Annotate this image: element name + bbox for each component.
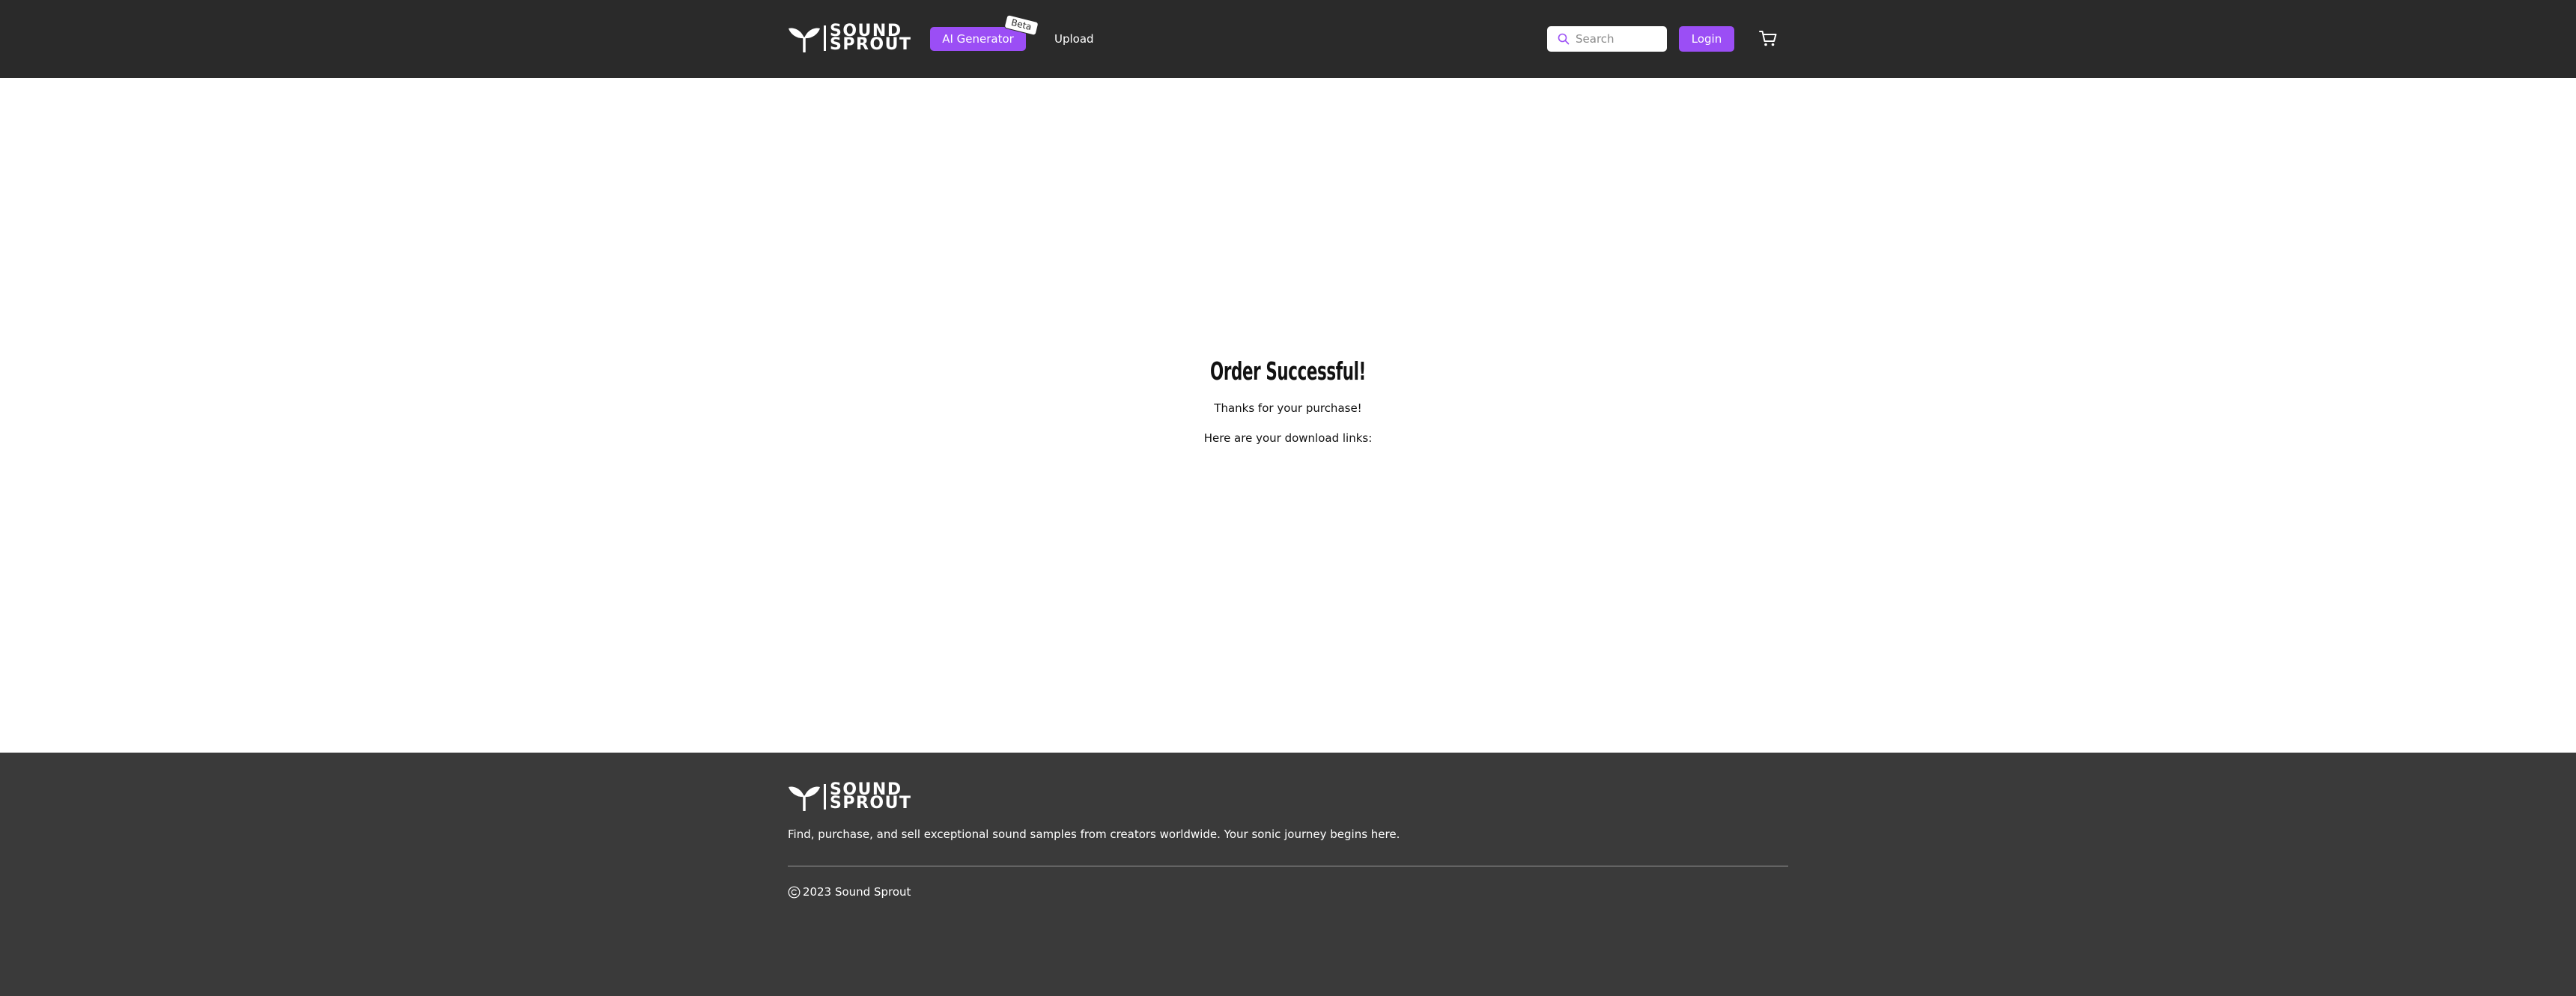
footer-tagline: Find, purchase, and sell exceptional sou… — [788, 828, 1400, 841]
ai-generator-button[interactable]: AI Generator — [930, 27, 1026, 51]
search-box[interactable] — [1547, 26, 1667, 52]
footer-container: SOUND SPROUT Find, purchase, and sell ex… — [788, 753, 1788, 996]
header-logo[interactable]: SOUND SPROUT — [788, 23, 912, 54]
sprout-icon — [789, 786, 820, 811]
brand-line-2: SPROUT — [830, 794, 912, 813]
page-title: Order Successful! — [1210, 356, 1366, 386]
header-container: SOUND SPROUT AI Generator Beta Upload Lo… — [788, 0, 1788, 78]
cart-icon[interactable] — [1758, 28, 1778, 48]
logo-divider — [824, 784, 826, 810]
upload-link[interactable]: Upload — [1054, 30, 1094, 48]
login-button[interactable]: Login — [1679, 26, 1734, 52]
brand-wordmark: SOUND SPROUT — [830, 782, 912, 813]
footer-logo[interactable]: SOUND SPROUT — [788, 782, 912, 813]
sprout-icon — [789, 28, 820, 52]
brand-wordmark: SOUND SPROUT — [830, 23, 912, 54]
order-confirmation: Order Successful! Thanks for your purcha… — [1063, 356, 1513, 446]
site-footer: SOUND SPROUT Find, purchase, and sell ex… — [0, 753, 2576, 996]
search-input[interactable] — [1576, 32, 1658, 46]
logo-divider — [824, 25, 826, 51]
main-content-area: Order Successful! Thanks for your purcha… — [0, 78, 2576, 753]
download-links-heading: Here are your download links: — [1203, 431, 1373, 445]
copyright-icon — [788, 886, 801, 898]
copyright-text: 2023 Sound Sprout — [803, 885, 911, 899]
copyright: 2023 Sound Sprout — [788, 884, 911, 900]
search-icon — [1558, 33, 1570, 45]
thanks-message: Thanks for your purchase! — [1214, 401, 1362, 415]
brand-line-2: SPROUT — [830, 35, 912, 54]
site-header: SOUND SPROUT AI Generator Beta Upload Lo… — [0, 0, 2576, 78]
